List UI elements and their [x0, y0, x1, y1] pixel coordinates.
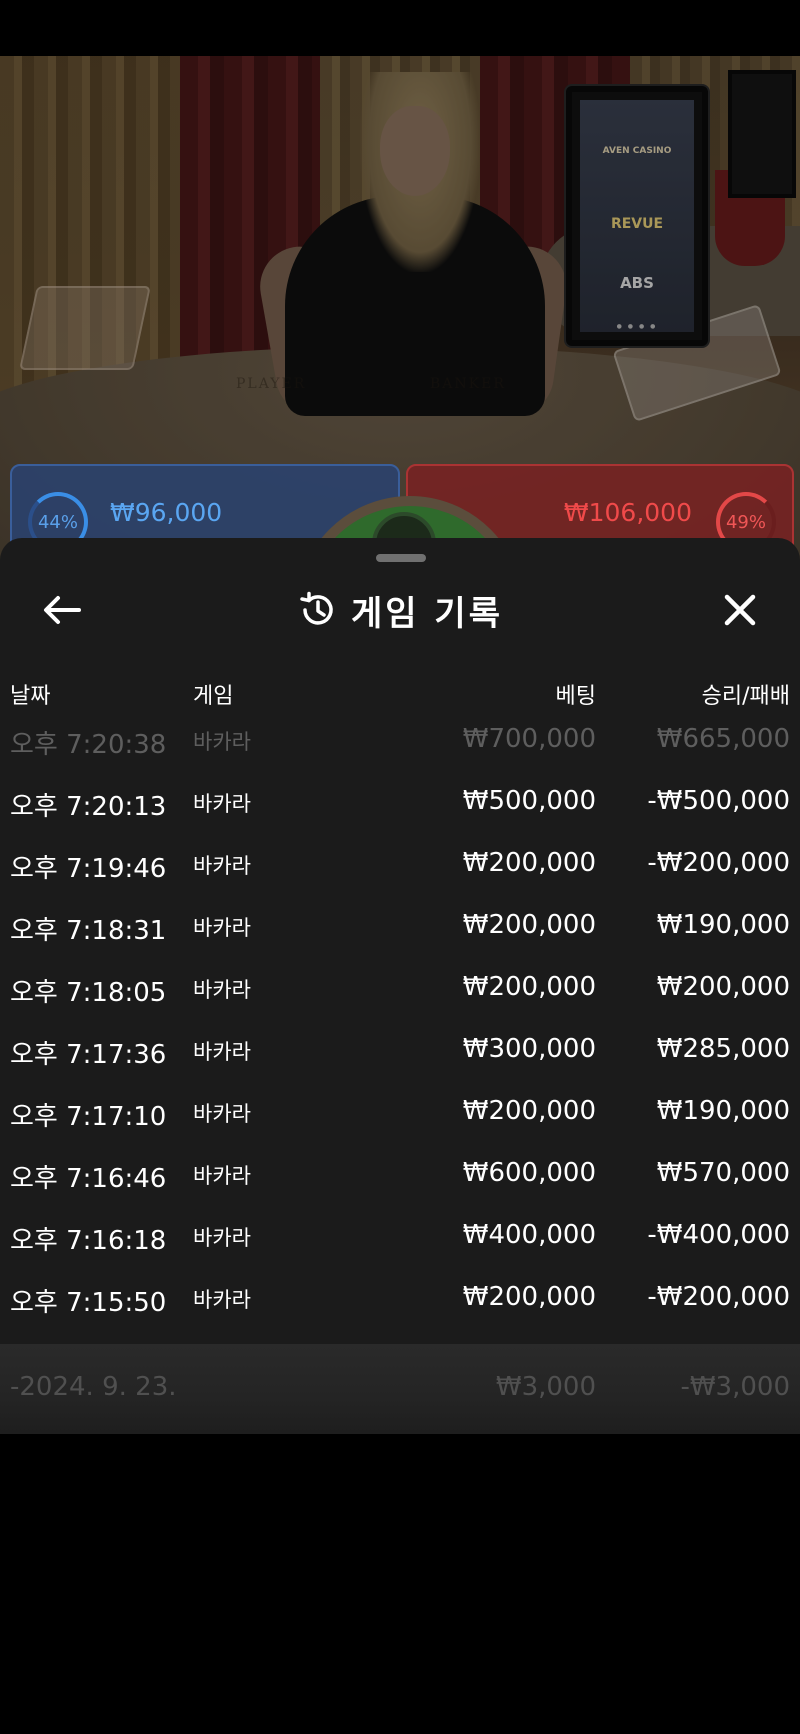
banker-percent: 49% — [725, 511, 766, 533]
row-bet: ₩500,000 — [462, 786, 596, 816]
row-win-loss: -₩200,000 — [647, 1282, 790, 1312]
close-button[interactable] — [716, 586, 764, 634]
history-list[interactable]: 오후 7:20:38 바카라 ₩700,000 ₩665,000 오후 7:20… — [0, 710, 800, 1330]
row-bet: ₩200,000 — [462, 1282, 596, 1312]
row-win-loss: ₩190,000 — [656, 1096, 790, 1126]
banker-bet-amount: ₩106,000 — [563, 498, 692, 527]
row-bet: ₩400,000 — [462, 1220, 596, 1250]
history-row[interactable]: 오후 7:17:36 바카라 ₩300,000 ₩285,000 — [0, 1020, 800, 1082]
row-time: 오후 7:19:46 — [10, 854, 167, 884]
row-time: 오후 7:15:50 — [10, 1288, 167, 1318]
row-bet: ₩300,000 — [462, 1034, 596, 1064]
row-time: 오후 7:16:18 — [10, 1226, 167, 1256]
row-win-loss: -₩500,000 — [647, 786, 790, 816]
row-game: 바카라 — [193, 1226, 251, 1250]
history-icon — [300, 591, 333, 625]
row-time: 오후 7:20:13 — [10, 792, 167, 822]
row-bet: ₩200,000 — [462, 848, 596, 878]
row-win-loss: ₩285,000 — [656, 1034, 790, 1064]
row-win-loss: -₩200,000 — [647, 848, 790, 878]
row-time: 오후 7:18:05 — [10, 978, 167, 1008]
player-bet-amount: ₩96,000 — [110, 498, 223, 527]
row-time: 오후 7:20:38 — [10, 730, 167, 760]
row-time: 오후 7:16:46 — [10, 1164, 167, 1194]
row-time: 오후 7:18:31 — [10, 916, 167, 946]
history-row[interactable]: 오후 7:15:50 바카라 ₩200,000 -₩200,000 — [0, 1268, 800, 1330]
row-game: 바카라 — [193, 1288, 251, 1312]
row-game: 바카라 — [193, 730, 251, 754]
row-game: 바카라 — [193, 1040, 251, 1064]
history-summary-row[interactable]: -2024. 9. 23. ₩3,000 -₩3,000 — [0, 1344, 800, 1434]
row-bet: ₩200,000 — [462, 1096, 596, 1126]
row-game: 바카라 — [193, 854, 251, 878]
row-time: 오후 7:17:10 — [10, 1102, 167, 1132]
game-history-sheet: 게임 기록 날짜 게임 베팅 승리/패배 오후 7:20:38 바카라 ₩700… — [0, 538, 800, 1434]
row-time: 오후 7:17:36 — [10, 1040, 167, 1070]
column-header-game[interactable]: 게임 — [193, 678, 233, 710]
summary-date: -2024. 9. 23. — [10, 1372, 177, 1402]
sheet-title: 게임 기록 — [351, 593, 503, 634]
row-win-loss: ₩570,000 — [656, 1158, 790, 1188]
row-bet: ₩200,000 — [462, 972, 596, 1002]
history-row[interactable]: 오후 7:16:46 바카라 ₩600,000 ₩570,000 — [0, 1144, 800, 1206]
history-row[interactable]: 오후 7:16:18 바카라 ₩400,000 -₩400,000 — [0, 1206, 800, 1268]
history-row[interactable]: 오후 7:18:31 바카라 ₩200,000 ₩190,000 — [0, 896, 800, 958]
row-game: 바카라 — [193, 1164, 251, 1188]
column-header-bet[interactable]: 베팅 — [556, 678, 596, 710]
row-win-loss: ₩200,000 — [656, 972, 790, 1002]
row-bet: ₩700,000 — [462, 724, 596, 754]
summary-bet: ₩3,000 — [495, 1372, 596, 1402]
history-row[interactable]: 오후 7:19:46 바카라 ₩200,000 -₩200,000 — [0, 834, 800, 896]
sheet-header: 게임 기록 — [0, 582, 800, 638]
history-row[interactable]: 오후 7:18:05 바카라 ₩200,000 ₩200,000 — [0, 958, 800, 1020]
player-percent: 44% — [37, 511, 78, 533]
row-bet: ₩200,000 — [462, 910, 596, 940]
close-icon — [724, 594, 756, 626]
row-game: 바카라 — [193, 978, 251, 1002]
row-win-loss: ₩190,000 — [656, 910, 790, 940]
history-row[interactable]: 오후 7:20:38 바카라 ₩700,000 ₩665,000 — [0, 710, 800, 772]
column-header-date[interactable]: 날짜 — [10, 678, 50, 710]
history-row[interactable]: 오후 7:17:10 바카라 ₩200,000 ₩190,000 — [0, 1082, 800, 1144]
row-game: 바카라 — [193, 792, 251, 816]
summary-win-loss: -₩3,000 — [680, 1372, 790, 1402]
row-game: 바카라 — [193, 1102, 251, 1126]
row-game: 바카라 — [193, 916, 251, 940]
history-row[interactable]: 오후 7:20:13 바카라 ₩500,000 -₩500,000 — [0, 772, 800, 834]
row-win-loss: ₩665,000 — [656, 724, 790, 754]
row-bet: ₩600,000 — [462, 1158, 596, 1188]
row-win-loss: -₩400,000 — [647, 1220, 790, 1250]
drag-handle[interactable] — [376, 554, 426, 562]
column-header-win-loss[interactable]: 승리/패배 — [702, 678, 790, 710]
